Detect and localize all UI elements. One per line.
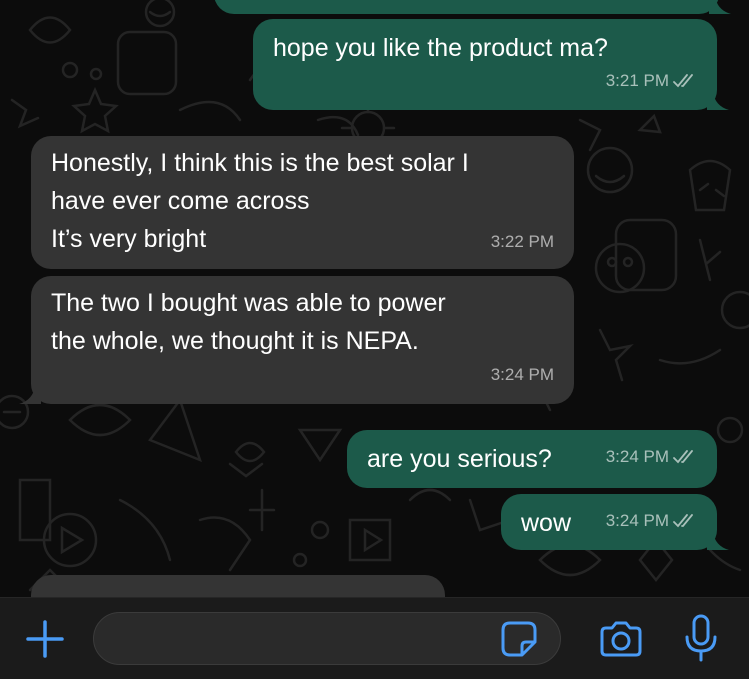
message-bubble-incoming-partial[interactable] <box>31 575 445 597</box>
sticker-icon <box>501 621 537 657</box>
bubble-tail <box>19 386 41 404</box>
sticker-button[interactable] <box>497 618 541 660</box>
camera-button[interactable] <box>596 616 646 662</box>
microphone-icon <box>685 614 717 662</box>
read-double-check-icon <box>673 450 697 464</box>
message-input[interactable] <box>93 612 561 665</box>
message-time: 3:24 PM <box>490 365 554 384</box>
chat-area[interactable]: hope you like the product ma? 3:21 PM Ho… <box>0 0 749 597</box>
plus-icon <box>26 620 64 658</box>
message-bubble-incoming[interactable]: Honestly, I think this is the best solar… <box>31 136 574 269</box>
read-double-check-icon <box>673 74 697 88</box>
message-composer <box>0 597 749 679</box>
message-bubble-outgoing[interactable]: are you serious? 3:24 PM <box>347 430 717 488</box>
bubble-tail <box>707 92 729 110</box>
microphone-button[interactable] <box>681 612 721 664</box>
message-text: The two I bought was able to power the w… <box>51 289 446 355</box>
message-bubble-outgoing[interactable]: hope you like the product ma? 3:21 PM <box>253 19 729 110</box>
camera-icon <box>600 621 642 657</box>
message-time: 3:24 PM <box>605 447 669 466</box>
message-bubble-outgoing[interactable]: wow 3:24 PM <box>501 494 729 550</box>
message-time: 3:21 PM <box>605 71 669 90</box>
bubble-tail <box>709 0 731 14</box>
message-time: 3:24 PM <box>605 511 669 530</box>
attach-button[interactable] <box>22 616 68 662</box>
message-text: Honestly, I think this is the best solar… <box>51 149 469 253</box>
read-double-check-icon <box>673 514 697 528</box>
message-bubble-outgoing-partial[interactable] <box>214 0 731 14</box>
message-bubble-incoming[interactable]: The two I bought was able to power the w… <box>19 276 574 404</box>
message-time: 3:22 PM <box>490 232 554 251</box>
bubble-tail <box>707 532 729 550</box>
